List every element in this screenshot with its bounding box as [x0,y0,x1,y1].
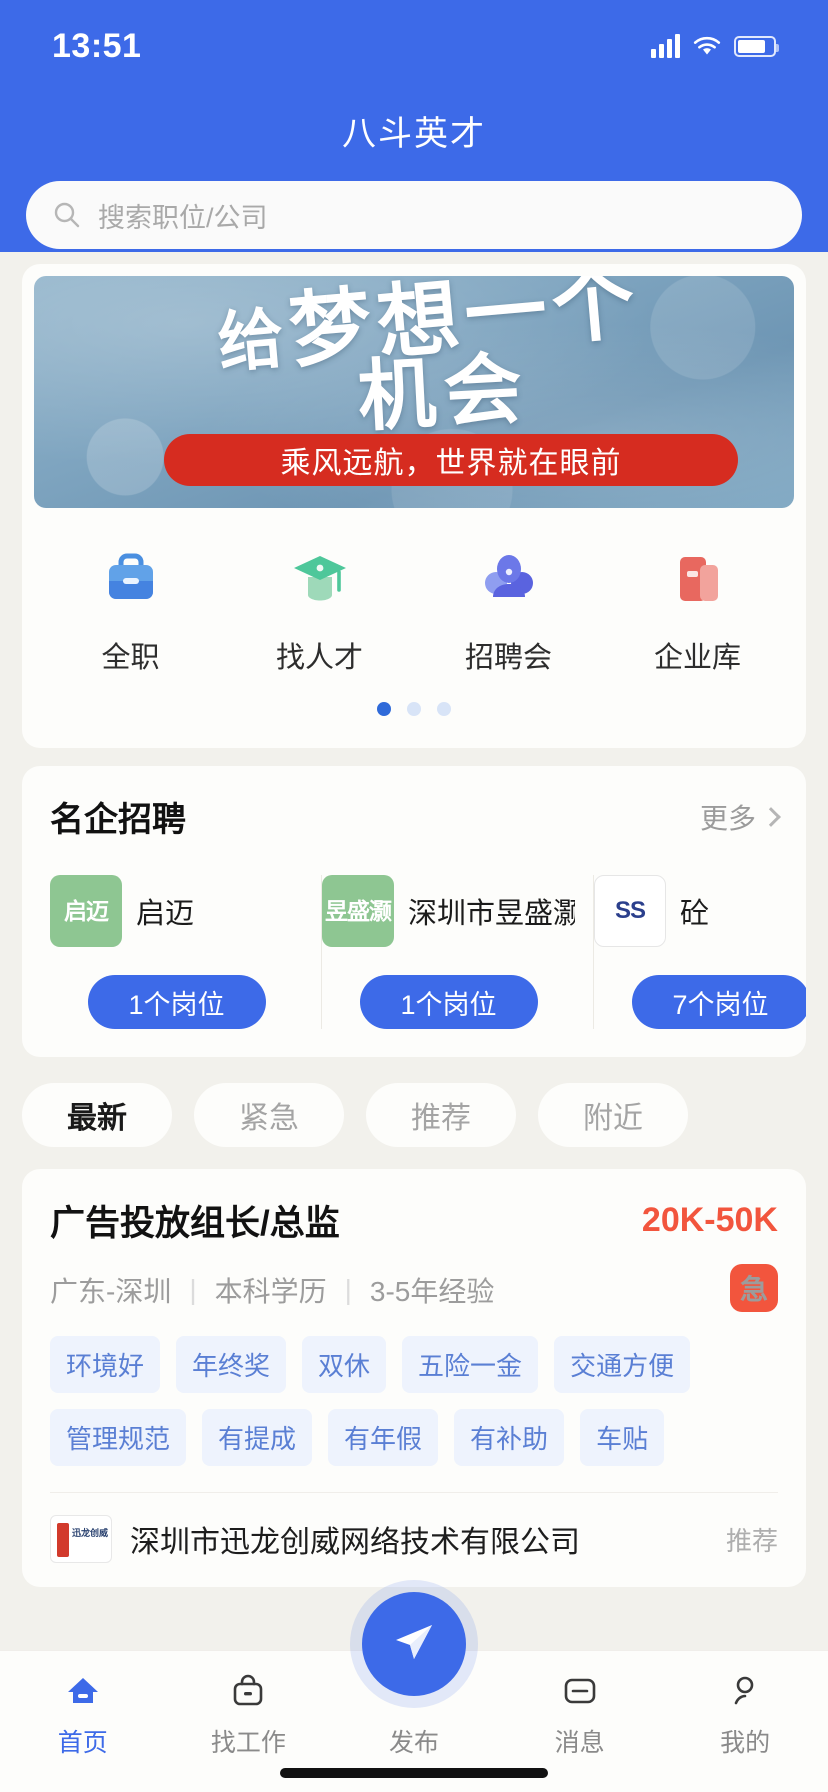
wifi-icon [692,35,722,57]
message-icon [497,1665,663,1717]
send-icon [387,1615,441,1674]
meta-divider: | [189,1274,197,1305]
job-tag: 五险一金 [402,1336,539,1393]
job-tag: 年终奖 [176,1336,287,1393]
job-title: 广告投放组长/总监 [50,1204,340,1243]
carousel-dots[interactable] [22,676,806,738]
tab-messages[interactable]: 消息 [497,1665,663,1759]
company-logo: 启迈 [50,875,122,947]
filter-tab-urgent[interactable]: 紧急 [194,1083,344,1147]
filter-tab-nearby[interactable]: 附近 [538,1083,688,1147]
filter-tabs: 最新 紧急 推荐 附近 [0,1057,828,1147]
carousel-dot-1[interactable] [377,702,391,716]
job-recommend-label: 推荐 [725,1525,778,1556]
battery-icon [734,35,779,57]
urgent-badge: 急 [730,1264,778,1312]
job-tag: 管理规范 [50,1409,187,1466]
job-meta: 广东-深圳 | 本科学历 | 3-5年经验 急 [50,1264,778,1312]
job-experience: 3-5年经验 [369,1276,495,1307]
carousel-dot-3[interactable] [437,702,451,716]
search-placeholder: 搜索职位/公司 [98,202,268,233]
home-indicator [280,1768,548,1778]
job-tag: 环境好 [50,1336,161,1393]
job-tag: 有补助 [454,1409,565,1466]
status-bar: 13:51 [0,0,828,92]
banner-ribbon: 乘风远航，世界就在眼前 [164,434,738,486]
tab-label: 消息 [554,1729,605,1757]
job-company-name: 深圳市迅龙创威网络技术有限公司 [130,1526,580,1559]
people-group-icon [414,536,603,622]
company-carousel[interactable]: 启迈 启迈 1个岗位 昱盛灏 深圳市昱盛灏科 1个岗位 SS 砼 7个岗位 [22,875,806,1029]
job-tag: 车贴 [580,1409,665,1466]
quicknav-item-job-fair[interactable]: 招聘会 [414,536,603,676]
section-header: 名企招聘 更多 [22,792,806,841]
company-card[interactable]: 昱盛灏 深圳市昱盛灏科 1个岗位 [322,875,594,1029]
job-location: 广东-深圳 [50,1276,172,1307]
company-building-icon [603,536,792,622]
company-name: 启迈 [136,898,195,930]
more-label: 更多 [699,802,756,834]
quicknav-item-fulltime[interactable]: 全职 [36,536,225,676]
filter-tab-recommended[interactable]: 推荐 [366,1083,516,1147]
profile-icon [662,1665,828,1717]
carousel-dot-2[interactable] [407,702,421,716]
status-indicators [651,34,779,58]
section-title: 名企招聘 [50,801,186,839]
signal-bars-icon [651,34,680,58]
chevron-right-icon [761,806,781,827]
quicknav-label: 企业库 [653,642,741,674]
company-jobcount-button[interactable]: 7个岗位 [631,975,806,1029]
more-companies-link[interactable]: 更多 [699,797,781,837]
banner-calligraphy: 给梦想一个 机会 [34,276,794,443]
job-tag: 交通方便 [554,1336,691,1393]
tab-label: 首页 [57,1729,108,1757]
company-jobcount-button[interactable]: 1个岗位 [359,975,538,1029]
quicknav-label: 全职 [101,642,160,674]
bottom-tab-bar: 首页 找工作 发布 消息 我的 [0,1592,828,1792]
company-logo-icon: 迅龙创威 [50,1515,112,1563]
company-logo: 昱盛灏 [322,875,394,947]
tab-label: 发布 [388,1729,439,1757]
tab-label: 找工作 [210,1729,286,1757]
job-tag: 有提成 [202,1409,313,1466]
page-title: 八斗英才 [342,115,486,153]
search-input[interactable]: 搜索职位/公司 [26,181,802,249]
quicknav-item-find-talent[interactable]: 找人才 [225,536,414,676]
quicknav-item-company-library[interactable]: 企业库 [603,536,792,676]
company-card[interactable]: 启迈 启迈 1个岗位 [50,875,322,1029]
company-name: 深圳市昱盛灏科 [408,898,575,930]
job-tag: 双休 [302,1336,387,1393]
promo-banner[interactable]: 给梦想一个 机会 乘风远航，世界就在眼前 [34,276,794,508]
job-tag: 有年假 [328,1409,439,1466]
app-header: 13:51 八斗英才 搜索职位/公司 [0,0,828,252]
search-icon [52,200,82,230]
quicknav-label: 找人才 [275,642,363,674]
tab-label: 我的 [720,1729,771,1757]
job-card[interactable]: 广告投放组长/总监 20K-50K 广东-深圳 | 本科学历 | 3-5年经验 … [22,1169,806,1587]
famous-companies-section: 名企招聘 更多 启迈 启迈 1个岗位 昱盛灏 深圳市昱盛灏科 1个岗位 SS 砼 [22,766,806,1057]
job-salary: 20K-50K [641,1201,778,1239]
job-tags: 环境好 年终奖 双休 五险一金 交通方便 管理规范 有提成 有年假 有补助 车贴 [50,1336,778,1466]
status-time: 13:51 [52,26,142,65]
company-logo: SS [594,875,666,947]
publish-fab-button[interactable] [362,1592,466,1696]
graduation-cap-icon [225,536,414,622]
tab-find-job[interactable]: 找工作 [166,1665,332,1759]
job-education: 本科学历 [214,1276,327,1307]
tab-profile[interactable]: 我的 [662,1665,828,1759]
quicknav-label: 招聘会 [464,642,552,674]
banner-quicknav-panel: 给梦想一个 机会 乘风远航，世界就在眼前 全职 找人才 招聘会 企业库 [22,264,806,748]
bag-icon [166,1665,332,1717]
company-name: 砼 [680,898,710,930]
filter-tab-latest[interactable]: 最新 [22,1083,172,1147]
meta-divider: | [344,1274,352,1305]
briefcase-icon [36,536,225,622]
home-icon [0,1665,166,1717]
company-card[interactable]: SS 砼 7个岗位 [594,875,806,1029]
company-logo-text: 迅龙创威 [72,1528,109,1538]
job-company-row[interactable]: 迅龙创威 深圳市迅龙创威网络技术有限公司 推荐 [50,1492,778,1563]
quick-nav: 全职 找人才 招聘会 企业库 [22,508,806,676]
tab-home[interactable]: 首页 [0,1665,166,1759]
company-jobcount-button[interactable]: 1个岗位 [87,975,266,1029]
